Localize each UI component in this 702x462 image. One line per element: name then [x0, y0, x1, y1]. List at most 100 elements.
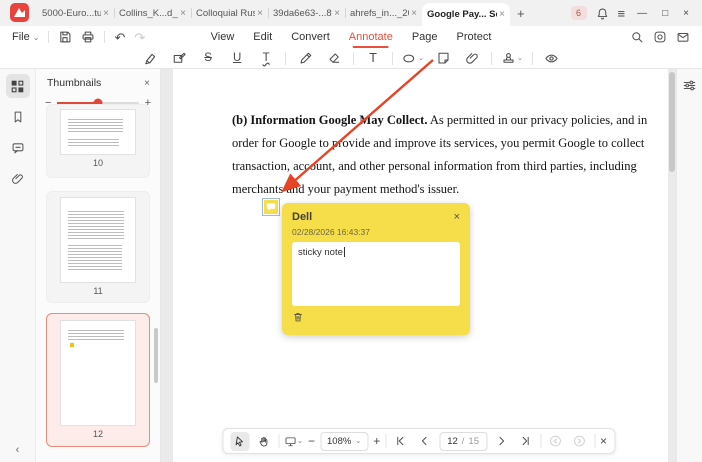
right-rail: [676, 69, 702, 462]
menu-page[interactable]: Page: [412, 31, 438, 43]
menu-convert[interactable]: Convert: [291, 31, 330, 43]
current-page: 12: [447, 435, 458, 447]
hand-tool-icon[interactable]: [254, 432, 273, 451]
sticky-note-footer: [292, 311, 460, 323]
view-forward-button[interactable]: [570, 432, 589, 451]
tab-close-icon[interactable]: ×: [257, 8, 263, 19]
zoom-level-value: 108%: [327, 435, 352, 447]
trash-icon[interactable]: [292, 311, 460, 323]
squiggly-underline-icon[interactable]: T: [256, 49, 276, 67]
tabbar-right-controls: 6 ≡ — □ ×: [570, 6, 702, 20]
undo-button[interactable]: ↶: [114, 31, 125, 44]
sticky-note-close-icon[interactable]: ×: [454, 211, 460, 223]
stamp-icon[interactable]: ⌄: [501, 49, 523, 67]
app-logo-icon: [10, 3, 29, 22]
menu-edit[interactable]: Edit: [253, 31, 272, 43]
thumbnail-sticky-note-marker: [70, 343, 74, 347]
show-annotations-eye-icon[interactable]: [542, 49, 562, 67]
print-button[interactable]: [81, 30, 95, 44]
tab-close-icon[interactable]: ×: [180, 8, 186, 19]
thumbnail-page-12-selected[interactable]: 12: [46, 313, 150, 447]
mail-icon[interactable]: [676, 30, 690, 44]
pencil-icon[interactable]: [295, 49, 315, 67]
thumbnail-list: 10 11 12: [36, 104, 160, 462]
last-page-button[interactable]: [516, 432, 535, 451]
select-tool-icon[interactable]: [229, 431, 249, 451]
eraser-icon[interactable]: [324, 49, 344, 67]
hamburger-menu-icon[interactable]: ≡: [618, 7, 626, 20]
menu-annotate[interactable]: Annotate: [349, 31, 393, 48]
attachments-panel-icon[interactable]: [6, 167, 30, 191]
redo-button[interactable]: ↷: [134, 31, 145, 44]
sticky-note-marker[interactable]: [262, 198, 280, 216]
comments-panel-icon[interactable]: [6, 136, 30, 160]
sticky-note-author: Dell: [292, 211, 313, 223]
left-rail: ‹: [0, 69, 36, 462]
tab-close-icon[interactable]: ×: [499, 9, 505, 20]
menu-protect[interactable]: Protect: [457, 31, 492, 43]
highlighter-icon[interactable]: [140, 49, 160, 67]
sticky-note-text-area[interactable]: sticky note: [292, 242, 460, 306]
properties-sliders-icon[interactable]: [682, 78, 697, 93]
divider: [392, 51, 394, 65]
tab-close-icon[interactable]: ×: [411, 8, 417, 19]
divider: [385, 434, 387, 448]
menu-view[interactable]: View: [211, 31, 235, 43]
add-text-icon[interactable]: T: [363, 49, 383, 67]
chevron-down-icon: ⌄: [418, 55, 424, 62]
tab-document-active[interactable]: Google Pay... Service * ×: [422, 3, 510, 26]
tab-label: Collins_K...d_phrases: [119, 7, 178, 19]
capture-icon[interactable]: [653, 30, 667, 44]
tab-document-1[interactable]: 5000-Euro...tuguese * ×: [37, 0, 114, 26]
divider: [491, 51, 492, 65]
attachment-icon[interactable]: [462, 49, 482, 67]
thumbnails-panel-icon[interactable]: [5, 74, 30, 98]
bell-icon[interactable]: [596, 7, 609, 20]
zoom-out-button[interactable]: −: [308, 434, 315, 448]
thumbnail-page-10[interactable]: 10: [46, 104, 150, 178]
tab-label: Google Pay... Service *: [427, 9, 497, 20]
panel-close-icon[interactable]: ×: [144, 78, 150, 89]
next-page-button[interactable]: [492, 432, 511, 451]
thumbnail-page-11[interactable]: 11: [46, 191, 150, 303]
document-scrollbar-thumb[interactable]: [669, 72, 675, 172]
toolbar-close-icon[interactable]: ×: [600, 434, 607, 448]
save-button[interactable]: [58, 30, 72, 44]
total-pages: 15: [468, 435, 479, 447]
shapes-icon[interactable]: ⌄: [402, 49, 424, 67]
sticky-note-text: sticky note: [298, 247, 343, 258]
divider: [48, 31, 50, 43]
document-canvas: (b) Information Google May Collect. As p…: [161, 69, 676, 462]
underline-icon[interactable]: U: [227, 49, 247, 67]
zoom-level-select[interactable]: 108% ⌄: [320, 431, 369, 451]
search-icon[interactable]: [630, 30, 644, 44]
area-highlight-icon[interactable]: [169, 49, 189, 67]
panel-scrollbar-thumb[interactable]: [154, 328, 158, 383]
thumbnail-page-image: [60, 197, 136, 283]
window-close-button[interactable]: ×: [680, 8, 692, 19]
view-mode-icon[interactable]: ⌄: [284, 432, 303, 451]
tab-document-5[interactable]: ahrefs_in..._20250825 ×: [345, 0, 422, 26]
collapse-sidebar-button[interactable]: ‹: [16, 444, 20, 456]
first-page-button[interactable]: [391, 432, 410, 451]
sticky-note-tool-icon[interactable]: [433, 49, 453, 67]
pdf-page: (b) Information Google May Collect. As p…: [173, 69, 668, 462]
bookmarks-panel-icon[interactable]: [6, 105, 30, 129]
strikethrough-icon[interactable]: S: [198, 49, 218, 67]
panel-title: Thumbnails: [47, 77, 102, 89]
window-maximize-button[interactable]: □: [659, 8, 671, 19]
tab-document-4[interactable]: 39da6e63-...8f36aa7ad ×: [268, 0, 345, 26]
tab-close-icon[interactable]: ×: [103, 8, 109, 19]
page-number-input[interactable]: 12 / 15: [439, 431, 487, 451]
window-minimize-button[interactable]: —: [634, 8, 650, 19]
notification-badge[interactable]: 6: [570, 6, 587, 20]
view-back-button[interactable]: [546, 432, 565, 451]
new-tab-button[interactable]: +: [510, 6, 532, 21]
zoom-in-button[interactable]: +: [373, 434, 380, 448]
tab-document-3[interactable]: Colloquial Russian 2 ×: [191, 0, 268, 26]
file-menu[interactable]: File ⌄: [12, 31, 39, 43]
previous-page-button[interactable]: [415, 432, 434, 451]
thumbnail-page-image: [60, 320, 136, 426]
tab-document-2[interactable]: Collins_K...d_phrases ×: [114, 0, 191, 26]
tab-close-icon[interactable]: ×: [334, 8, 340, 19]
